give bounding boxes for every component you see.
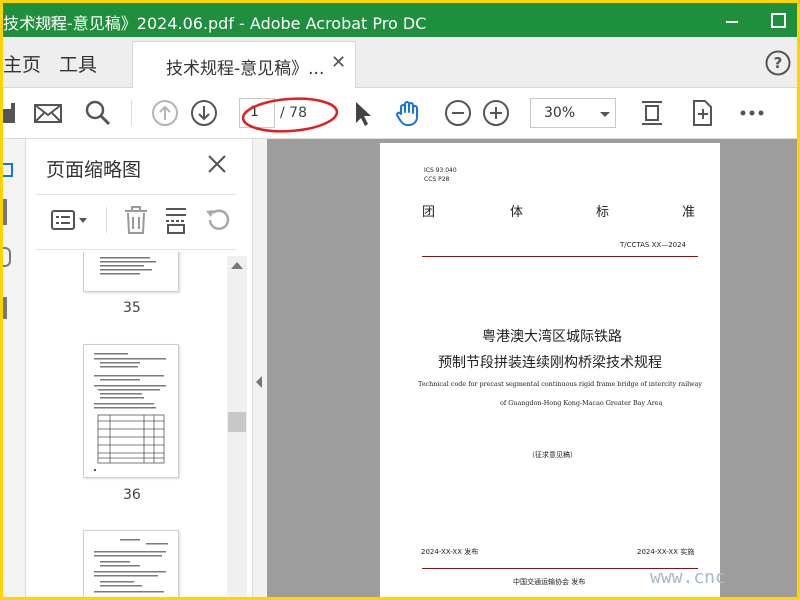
select-arrow-icon[interactable] xyxy=(347,98,377,128)
toolbar-separator xyxy=(131,100,132,126)
ccs-code: CCS P28 xyxy=(424,176,450,183)
annotation-ellipse xyxy=(241,97,339,133)
header-rule xyxy=(422,256,698,257)
zoom-value: 30% xyxy=(544,105,576,121)
more-icon[interactable] xyxy=(737,98,767,128)
hand-icon[interactable] xyxy=(394,98,424,128)
publish-date: 2024-XX-XX 发布 xyxy=(421,548,479,556)
delete-icon[interactable] xyxy=(120,205,152,235)
title-overlay-text: 仁道智 xyxy=(31,15,68,29)
standard-category-char: 体 xyxy=(510,205,524,220)
page-thumbnails-panel: 页面缩略图 35 36 xyxy=(26,139,252,597)
title-en-line2: of Guangdon-Hong Kong-Macao Greater Bay … xyxy=(500,399,663,407)
panel-title: 页面缩略图 xyxy=(46,159,142,181)
mail-icon[interactable] xyxy=(33,98,63,128)
maximize-button[interactable] xyxy=(755,3,797,37)
draft-label: （征求意见稿） xyxy=(528,451,577,459)
standard-category-char: 团 xyxy=(422,205,436,220)
tab-tools[interactable]: 工具 xyxy=(59,50,97,77)
undo-icon[interactable] xyxy=(202,205,234,235)
options-icon[interactable] xyxy=(50,205,90,235)
chevron-down-icon xyxy=(600,112,610,117)
pdf-page: ICS 93.040 CCS P28 团 体 标 准 T/CCTAS XX—20… xyxy=(380,143,720,597)
close-tab-icon[interactable]: ✕ xyxy=(331,52,346,73)
watermark-text: www.cnc xyxy=(650,567,726,588)
zoom-out-icon[interactable] xyxy=(443,98,473,128)
title-bar: 技术规程-意见稿》2024.06.pdf - Adobe Acrobat Pro… xyxy=(3,3,797,37)
layers-icon[interactable] xyxy=(3,297,7,319)
tab-document[interactable]: 技术规程-意见稿》... ✕ xyxy=(132,41,356,89)
publisher: 中国交通运输协会 发布 xyxy=(513,578,586,586)
insert-icon[interactable] xyxy=(160,205,192,235)
navigation-pane-strip xyxy=(3,139,26,597)
title-cn-line1: 粤港澳大湾区城际铁路 xyxy=(482,329,622,345)
rotate-view-icon[interactable] xyxy=(687,98,717,128)
main-toolbar: 1 / 78 30% xyxy=(3,88,797,139)
panel-divider xyxy=(36,194,236,195)
minimize-button[interactable] xyxy=(709,3,755,37)
acrobat-window: 技术规程-意见稿》2024.06.pdf - Adobe Acrobat Pro… xyxy=(3,3,797,597)
page-thumbnails-icon[interactable] xyxy=(3,161,15,179)
collapse-panel-icon[interactable] xyxy=(256,376,262,388)
search-icon[interactable] xyxy=(83,98,113,128)
zoom-in-icon[interactable] xyxy=(481,98,511,128)
page-35-preview xyxy=(100,257,156,275)
scrollbar-thumb[interactable] xyxy=(228,412,246,432)
thumbnail-scrollbar[interactable] xyxy=(227,256,247,597)
document-view[interactable]: ICS 93.040 CCS P28 团 体 标 准 T/CCTAS XX—20… xyxy=(267,139,797,597)
panel-tool-separator xyxy=(106,207,107,233)
thumbnail-list: 35 36 xyxy=(26,252,230,597)
title-cn-line2: 预制节段拼装连续刚构桥梁技术规程 xyxy=(438,355,662,371)
thumbnail-label: 36 xyxy=(123,487,141,503)
standard-category-char: 标 xyxy=(596,205,610,220)
tab-home[interactable]: 主页 xyxy=(3,50,41,77)
panel-splitter[interactable] xyxy=(252,139,268,597)
page-36-preview xyxy=(94,353,166,471)
thumbnail-page-36[interactable] xyxy=(83,344,179,478)
standard-code: T/CCTAS XX—2024 xyxy=(620,241,687,249)
thumbnail-label: 35 xyxy=(123,300,141,316)
ics-code: ICS 93.040 xyxy=(424,167,457,174)
close-icon[interactable] xyxy=(206,153,228,175)
svg-text:?: ? xyxy=(774,54,783,72)
thumbnail-page-35[interactable] xyxy=(83,252,179,292)
panel-divider xyxy=(36,249,236,250)
save-icon[interactable] xyxy=(3,98,23,128)
tab-bar: 主页 工具 技术规程-意见稿》... ✕ ? xyxy=(3,37,797,89)
scroll-up-icon[interactable] xyxy=(231,262,243,269)
attachment-icon[interactable] xyxy=(3,247,11,267)
bookmark-icon[interactable] xyxy=(3,199,7,225)
next-page-icon[interactable] xyxy=(189,98,219,128)
page-37-preview xyxy=(94,539,168,593)
standard-category-char: 准 xyxy=(682,205,696,220)
fit-page-icon[interactable] xyxy=(637,98,667,128)
help-icon[interactable]: ? xyxy=(765,50,791,76)
implement-date: 2024-XX-XX 实施 xyxy=(637,548,695,556)
document-tab-label: 技术规程-意见稿》... xyxy=(166,59,325,79)
title-en-line1: Technical code for precast segmental con… xyxy=(418,380,703,388)
prev-page-icon[interactable] xyxy=(150,98,180,128)
zoom-select[interactable]: 30% xyxy=(530,98,616,128)
thumbnail-page-37[interactable] xyxy=(83,530,179,597)
